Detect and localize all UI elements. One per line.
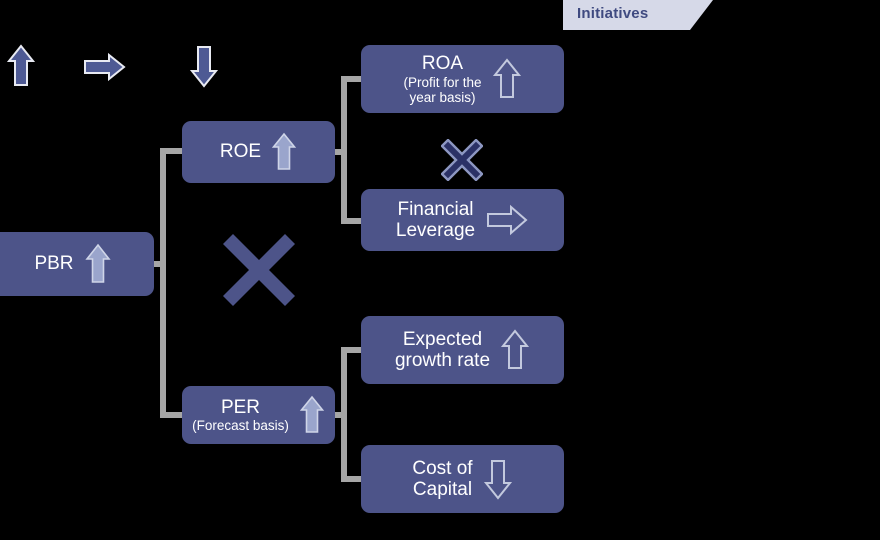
arrow-up-icon [271,132,297,170]
connector-per-spine [341,347,347,482]
connector-roe-spine [341,76,347,224]
node-per-sublabel: (Forecast basis) [192,418,289,434]
node-roe-label: ROE [219,141,262,163]
connector-pbr-to-roe [160,148,184,154]
multiply-icon-roe-branch [441,139,483,181]
arrow-down-icon [483,460,512,500]
node-pbr-label: PBR [34,253,74,275]
node-financial-leverage[interactable]: Financial Leverage [361,189,564,251]
multiply-icon-root [221,232,297,308]
node-roe[interactable]: ROE [182,121,335,183]
node-cost-of-capital-label: Cost of Capital [412,457,473,500]
node-roa[interactable]: ROA (Profit for the year basis) [361,45,564,113]
node-cost-of-capital[interactable]: Cost of Capital [361,445,564,513]
node-pbr[interactable]: PBR [0,232,154,296]
arrow-up-icon [84,243,111,283]
connector-pbr-spine [160,148,166,418]
connector-pbr-to-per [160,412,184,418]
legend-arrow-up [6,44,36,88]
arrow-up-icon [299,395,325,433]
node-expected-growth-rate-label: Expected growth rate [394,328,491,371]
arrow-right-icon [487,204,528,236]
arrow-up-icon [492,58,521,98]
node-per-label: PER [220,396,261,418]
arrow-up-icon [500,329,530,369]
legend-arrow-down [189,44,219,88]
node-financial-leverage-label: Financial Leverage [395,198,476,241]
node-roa-sublabel: (Profit for the year basis) [403,74,482,105]
node-per[interactable]: PER (Forecast basis) [182,386,335,444]
initiatives-tab[interactable]: Initiatives [563,0,713,30]
node-roa-label: ROA [421,53,464,75]
diagram-canvas: Initiatives PBR ROE ROA (Profit for the … [0,0,880,540]
initiatives-tab-label: Initiatives [577,5,649,22]
legend-arrow-right [83,52,127,82]
node-expected-growth-rate[interactable]: Expected growth rate [361,316,564,384]
